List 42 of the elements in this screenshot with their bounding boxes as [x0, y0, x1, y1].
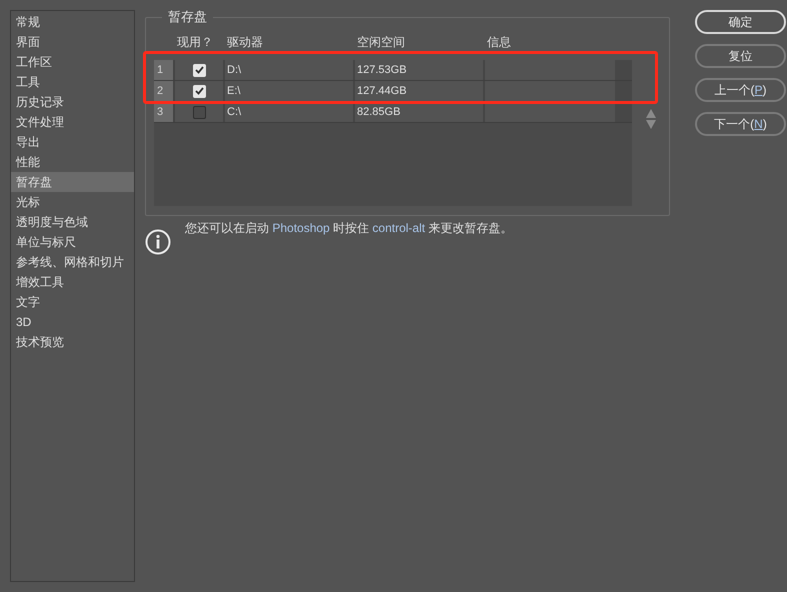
sidebar-item[interactable]: 单位与标尺 — [11, 232, 134, 252]
sidebar-item[interactable]: 工作区 — [11, 52, 134, 72]
table-cell: E:\ — [225, 81, 355, 101]
info-text: 您还可以在启动 Photoshop 时按住 control-alt 来更改暂存盘。 — [185, 220, 512, 236]
checkbox[interactable] — [192, 84, 206, 98]
row-number: 2 — [154, 81, 175, 101]
sidebar-item[interactable]: 增效工具 — [11, 272, 134, 292]
dialog-button[interactable]: 确定 — [695, 10, 786, 34]
column-header[interactable]: 驱动器 — [227, 35, 263, 49]
checkbox[interactable] — [192, 106, 206, 118]
sidebar-item[interactable]: 光标 — [11, 192, 134, 212]
dialog-button[interactable]: 上一个(P) — [695, 78, 786, 102]
sidebar-item[interactable]: 暂存盘 — [11, 172, 134, 192]
scroll-up-icon[interactable] — [646, 109, 656, 118]
sidebar-item[interactable]: 常规 — [11, 12, 134, 32]
sidebar-item[interactable]: 历史记录 — [11, 92, 134, 112]
scroll-down-icon[interactable] — [646, 120, 656, 129]
column-header[interactable]: 信息 — [487, 35, 511, 49]
table-cell: 127.44GB — [355, 81, 485, 101]
dialog-button[interactable]: 下一个(N) — [695, 112, 786, 136]
sidebar-item[interactable]: 文字 — [11, 292, 134, 312]
sidebar-item[interactable]: 工具 — [11, 72, 134, 92]
group-title: 暂存盘 — [162, 8, 213, 26]
sidebar-item[interactable]: 参考线、网格和切片 — [11, 252, 134, 272]
sidebar-item[interactable]: 技术预览 — [11, 332, 134, 352]
sidebar-item[interactable]: 界面 — [11, 32, 134, 52]
info-icon — [145, 229, 171, 255]
table-cell: 82.85GB — [355, 102, 485, 122]
column-header[interactable]: 空闲空间 — [357, 35, 405, 49]
sidebar-item[interactable]: 导出 — [11, 132, 134, 152]
sidebar-item[interactable]: 性能 — [11, 152, 134, 172]
sidebar-item[interactable]: 文件处理 — [11, 112, 134, 132]
row-number: 1 — [154, 60, 175, 80]
checkbox[interactable] — [192, 64, 206, 76]
sidebar-item[interactable]: 3D — [11, 312, 134, 332]
table-cell: 127.53GB — [355, 60, 485, 80]
sidebar-item[interactable]: 透明度与色域 — [11, 212, 134, 232]
row-number: 3 — [154, 102, 175, 122]
table-cell: C:\ — [225, 102, 355, 122]
column-header[interactable]: 现用？ — [177, 35, 213, 49]
table-cell: D:\ — [225, 60, 355, 80]
dialog-button[interactable]: 复位 — [695, 44, 786, 68]
